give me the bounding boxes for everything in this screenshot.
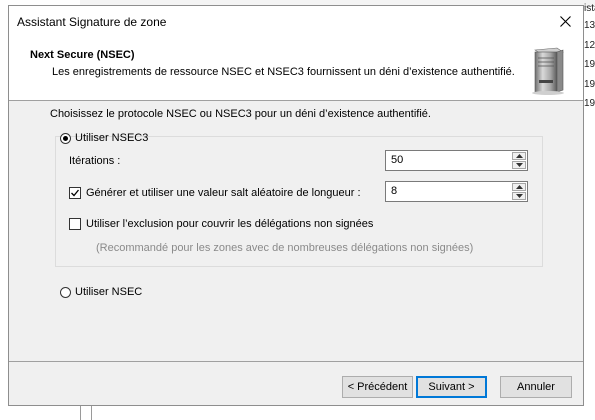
salt-length-decrement-button[interactable] [512,192,526,200]
salt-length-spin-buttons [512,183,526,200]
iterations-stepper[interactable]: 50 [385,150,528,171]
arrow-up-icon [515,185,523,189]
header-title: Next Secure (NSEC) [30,49,135,61]
cancel-button[interactable]: Annuler [500,376,572,398]
salt-length-stepper[interactable]: 8 [385,181,528,202]
arrow-down-icon [515,194,523,198]
optout-hint: (Recommandé pour les zones avec de nombr… [96,242,474,254]
arrow-up-icon [515,154,523,158]
title-bar: Assistant Signature de zone [9,6,583,38]
close-button[interactable] [547,6,583,36]
iterations-increment-button[interactable] [512,152,526,160]
iterations-decrement-button[interactable] [512,161,526,169]
background-text: 19, [584,59,595,70]
close-icon [559,15,571,27]
background-text: 19, [584,79,595,90]
nsec-radio[interactable] [60,287,71,298]
background-text: 12, [584,40,595,51]
next-button[interactable]: Suivant > [416,376,487,398]
salt-length-increment-button[interactable] [512,183,526,191]
background-divider [80,406,81,420]
iterations-spin-buttons [512,152,526,169]
background-divider [91,406,92,420]
arrow-down-icon [515,163,523,167]
nsec-radio-label[interactable]: Utiliser NSEC [75,286,142,298]
salt-length-value[interactable]: 8 [391,185,397,197]
dialog-title: Assistant Signature de zone [17,15,167,29]
iterations-label: Itérations : [69,155,121,167]
wizard-header: Next Secure (NSEC) Les enregistrements d… [9,38,583,101]
salt-label[interactable]: Générer et utiliser une valeur salt aléa… [86,187,361,199]
header-description: Les enregistrements de ressource NSEC et… [52,66,515,78]
previous-button[interactable]: < Précédent [342,376,413,398]
background-text: 19, [584,98,595,109]
checkmark-icon [71,189,80,197]
nsec3-radio[interactable] [60,133,71,144]
zone-signing-wizard-dialog: Assistant Signature de zone Next Secure … [8,5,584,406]
background-text: 13, [584,20,595,31]
server-icon [532,47,564,95]
nsec3-radio-label[interactable]: Utiliser NSEC3 [75,132,148,144]
footer-divider [9,361,583,362]
protocol-prompt: Choisissez le protocole NSEC ou NSEC3 po… [50,108,431,120]
optout-label[interactable]: Utiliser l’exclusion pour couvrir les dé… [86,218,373,230]
iterations-value[interactable]: 50 [391,154,403,166]
optout-checkbox[interactable] [69,218,81,230]
background-text: ista [584,3,595,14]
salt-checkbox[interactable] [69,187,81,199]
